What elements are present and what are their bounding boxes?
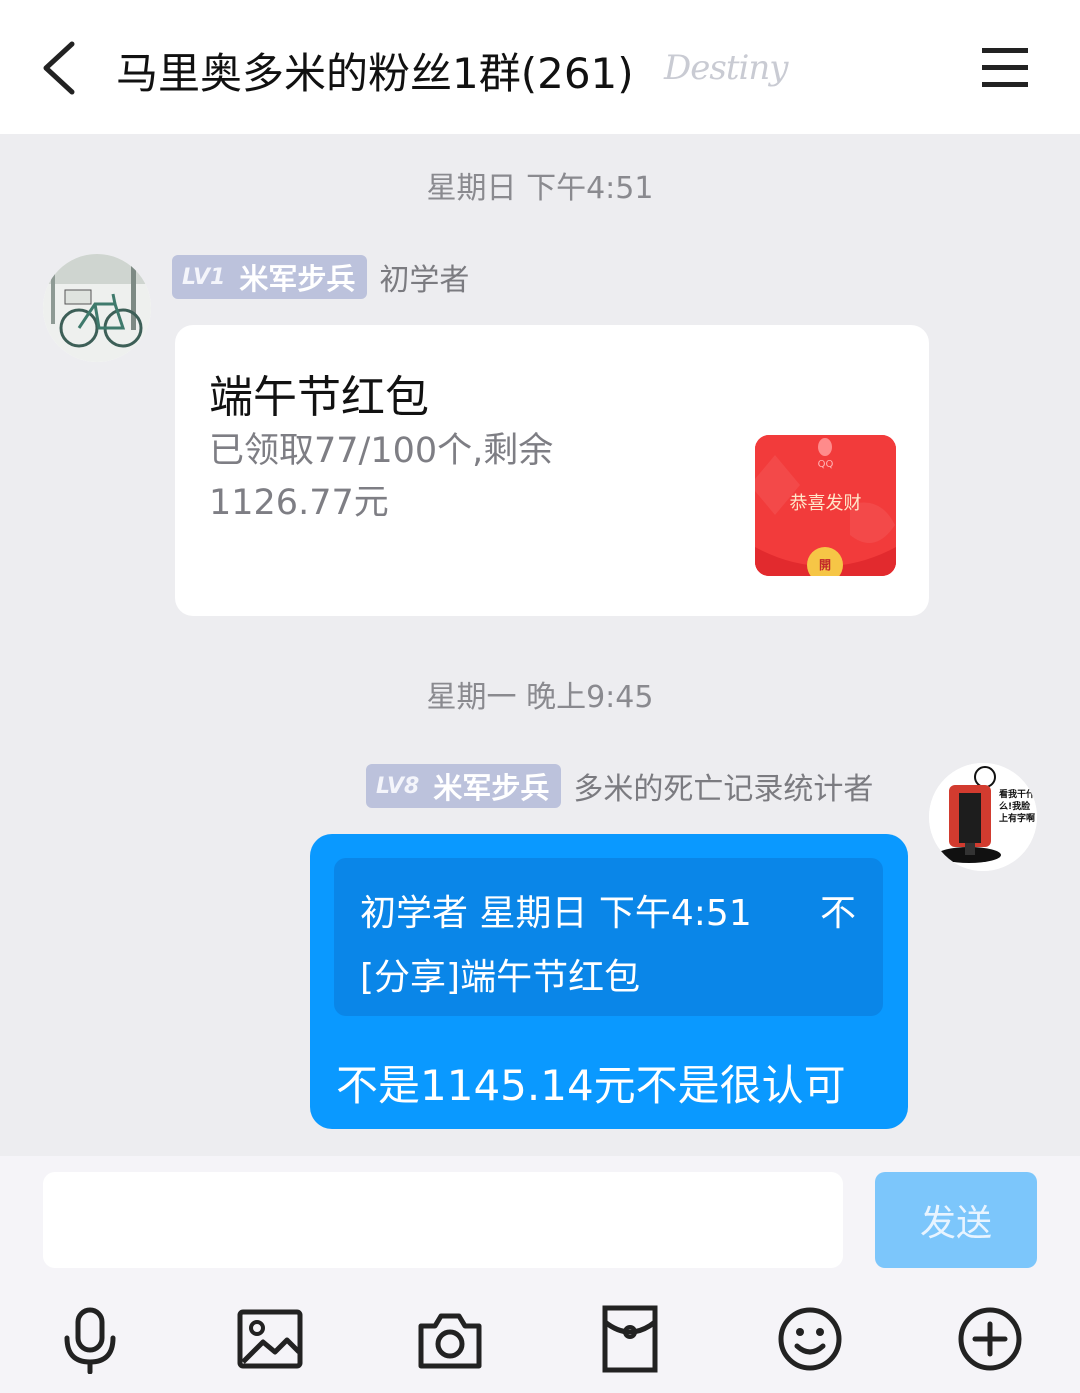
rank-label: 米军步兵 [433, 771, 550, 805]
quote-header: 初学者 星期日 下午4:51 [360, 893, 752, 934]
bicycle-avatar-icon [43, 254, 151, 362]
sender-info: LV8 米军步兵 多米的死亡记录统计者 [366, 764, 873, 808]
red-packet-greeting: 恭喜发财 [789, 493, 862, 514]
image-icon[interactable] [235, 1304, 305, 1374]
composer: 发送 [0, 1156, 1080, 1393]
red-packet-title: 端午节红包 [209, 372, 429, 423]
message-input[interactable] [43, 1172, 843, 1268]
send-button[interactable]: 发送 [875, 1172, 1037, 1268]
red-packet-cover[interactable]: QQ 恭喜发财 開 [755, 435, 896, 576]
red-packet-icon[interactable] [595, 1304, 665, 1374]
group-badge: Destiny [664, 48, 788, 88]
red-packet-brand: QQ [817, 459, 834, 470]
group-title[interactable]: 马里奥多米的粉丝1群(261) [116, 40, 634, 101]
open-red-packet-button[interactable]: 開 [807, 547, 843, 576]
level-label: LV1 [182, 264, 226, 290]
microphone-icon[interactable] [55, 1304, 125, 1374]
menu-icon[interactable] [982, 46, 1028, 88]
outgoing-message-bubble[interactable]: 初学者 星期日 下午4:51 不 [分享]端午节红包 不是1145.14元不是很… [310, 834, 908, 1129]
level-badge: LV8 米军步兵 [366, 764, 562, 808]
sender-nickname: 初学者 [379, 263, 470, 298]
camera-icon[interactable] [415, 1304, 485, 1374]
red-packet-status: 已领取77/100个,剩余1126.77元 [209, 431, 554, 523]
timestamp: 星期日 下午4:51 [426, 171, 654, 206]
quote-trailing: 不 [820, 893, 857, 934]
avatar[interactable]: 看我干什么!我脸上有字啊 [929, 763, 1037, 871]
plus-icon[interactable] [955, 1304, 1025, 1374]
quote-body: [分享]端午节红包 [360, 957, 641, 998]
emoji-icon[interactable] [775, 1304, 845, 1374]
back-arrow-icon[interactable] [36, 38, 80, 98]
message-text: 不是1145.14元不是很认可 [336, 1061, 846, 1110]
avatar[interactable] [43, 254, 151, 362]
chat-header: 马里奥多米的粉丝1群(261) Destiny [0, 0, 1080, 134]
avatar-caption: 看我干什么!我脸上有字啊 [999, 790, 1036, 824]
level-label: LV8 [376, 773, 420, 799]
red-packet-message[interactable]: 端午节红包 已领取77/100个,剩余1126.77元 QQ 恭喜发财 開 [175, 325, 929, 616]
rank-label: 米军步兵 [239, 262, 356, 296]
sender-nickname: 多米的死亡记录统计者 [573, 772, 874, 807]
quoted-message[interactable]: 初学者 星期日 下午4:51 不 [分享]端午节红包 [334, 858, 883, 1016]
sender-info: LV1 米军步兵 初学者 [172, 255, 469, 299]
level-badge: LV1 米军步兵 [172, 255, 368, 299]
timestamp: 星期一 晚上9:45 [426, 680, 654, 715]
